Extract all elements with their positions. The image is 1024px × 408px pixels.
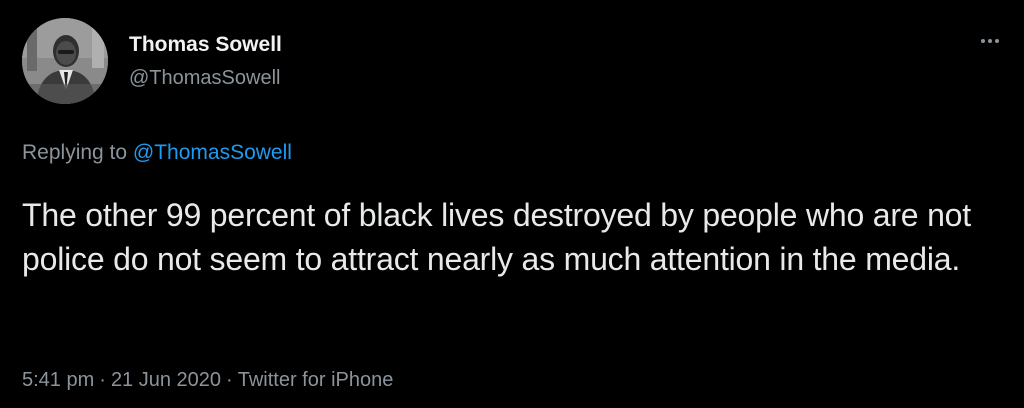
- replying-to-label: Replying to: [22, 141, 128, 164]
- replying-to-mention-link[interactable]: @ThomasSowell: [133, 141, 292, 164]
- more-horizontal-icon: [981, 39, 985, 43]
- tweet-metadata: 5:41 pm · 21 Jun 2020 · Twitter for iPhone: [22, 367, 393, 393]
- author-handle[interactable]: @ThomasSowell: [129, 66, 280, 90]
- more-horizontal-icon-dot: [988, 39, 992, 43]
- author-avatar[interactable]: [22, 18, 108, 104]
- more-options-button[interactable]: [970, 30, 1010, 52]
- tweet-time[interactable]: 5:41 pm: [22, 369, 94, 391]
- more-horizontal-icon-dot: [995, 39, 999, 43]
- tweet-source-link[interactable]: Twitter for iPhone: [238, 369, 394, 391]
- profile-photo-icon: [22, 18, 108, 104]
- tweet-text: The other 99 percent of black lives dest…: [22, 197, 971, 277]
- tweet-date[interactable]: 21 Jun 2020: [111, 369, 221, 391]
- author-display-name[interactable]: Thomas Sowell: [129, 33, 282, 57]
- replying-to: Replying to @ThomasSowell: [22, 140, 292, 166]
- meta-separator: ·: [99, 369, 106, 391]
- tweet-card: Thomas Sowell @ThomasSowell Replying to …: [0, 0, 1024, 408]
- meta-separator: ·: [226, 369, 233, 391]
